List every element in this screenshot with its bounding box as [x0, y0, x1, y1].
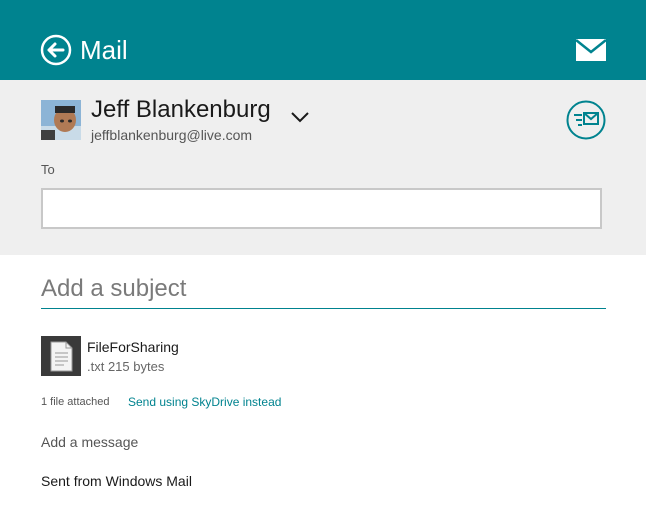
- avatar: [41, 100, 81, 140]
- to-label: To: [41, 162, 55, 177]
- message-body[interactable]: Add a message: [41, 433, 138, 451]
- send-using-skydrive-link[interactable]: Send using SkyDrive instead: [128, 395, 281, 409]
- subject-input[interactable]: [41, 270, 606, 309]
- back-arrow-circle-icon: [40, 34, 72, 66]
- to-field[interactable]: [41, 188, 602, 229]
- app-title: Mail: [80, 35, 128, 65]
- chevron-down-icon: [291, 112, 309, 123]
- sender-email: jeffblankenburg@live.com: [91, 127, 253, 143]
- account-dropdown-button[interactable]: [290, 110, 310, 123]
- attachment-name: FileForSharing: [87, 339, 179, 355]
- back-button[interactable]: [40, 34, 72, 66]
- text-file-icon: [50, 341, 73, 372]
- attachment-meta: .txt 215 bytes: [87, 359, 165, 374]
- sender-name: Jeff Blankenburg: [91, 96, 271, 123]
- app-header: Mail: [0, 0, 646, 80]
- envelope-icon: [575, 39, 607, 61]
- message-signature: Sent from Windows Mail: [41, 473, 192, 489]
- send-mail-icon: [566, 100, 606, 140]
- mail-button[interactable]: [575, 39, 607, 61]
- compose-header: Jeff Blankenburg jeffblankenburg@live.co…: [0, 80, 646, 255]
- attachment-tile[interactable]: [41, 336, 81, 376]
- attachment-count: 1 file attached: [41, 396, 110, 408]
- send-button[interactable]: [566, 100, 606, 140]
